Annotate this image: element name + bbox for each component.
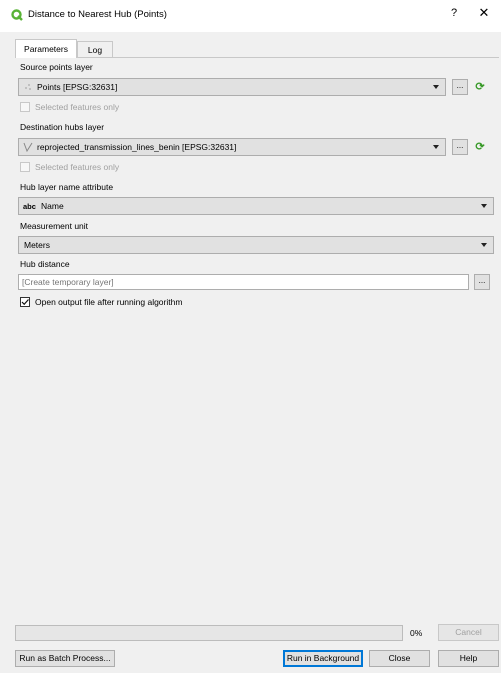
hub-name-value: Name xyxy=(41,201,64,211)
dest-selected-only-checkbox[interactable] xyxy=(20,162,30,172)
window-title: Distance to Nearest Hub (Points) xyxy=(28,9,167,20)
qgis-logo-icon xyxy=(11,9,23,21)
chevron-down-icon xyxy=(481,243,487,247)
run-batch-button[interactable]: Run as Batch Process... xyxy=(15,650,115,667)
progress-percent: 0% xyxy=(410,628,423,638)
close-button[interactable]: Close xyxy=(369,650,430,667)
tab-parameters[interactable]: Parameters xyxy=(15,39,77,58)
title-bar: Distance to Nearest Hub (Points) ? ✕ xyxy=(0,0,501,32)
chevron-down-icon xyxy=(433,145,439,149)
source-layer-browse-button[interactable]: ... xyxy=(452,79,468,95)
text-field-icon: abc xyxy=(23,202,36,211)
hub-name-combo[interactable]: abc Name xyxy=(18,197,494,215)
dest-layer-combo[interactable]: reprojected_transmission_lines_benin [EP… xyxy=(18,138,446,156)
source-selected-only-label: Selected features only xyxy=(35,102,120,112)
dest-layer-label: Destination hubs layer xyxy=(20,122,105,132)
dest-layer-browse-button[interactable]: ... xyxy=(452,139,468,155)
source-selected-only-checkbox[interactable] xyxy=(20,102,30,112)
source-layer-label: Source points layer xyxy=(20,62,93,72)
hub-distance-label: Hub distance xyxy=(20,259,70,269)
chevron-down-icon xyxy=(433,85,439,89)
progress-bar xyxy=(15,625,403,641)
help-button[interactable]: Help xyxy=(438,650,499,667)
source-layer-iterate-icon[interactable]: ⟳ xyxy=(472,79,488,95)
hub-distance-browse-button[interactable]: ... xyxy=(474,274,490,290)
open-output-checkbox[interactable] xyxy=(20,297,30,307)
tab-log[interactable]: Log xyxy=(77,41,113,58)
dest-layer-value: reprojected_transmission_lines_benin [EP… xyxy=(37,142,237,152)
source-layer-combo[interactable]: Points [EPSG:32631] xyxy=(18,78,446,96)
hub-name-label: Hub layer name attribute xyxy=(20,182,114,192)
unit-value: Meters xyxy=(24,240,50,250)
line-layer-icon xyxy=(23,142,33,152)
unit-label: Measurement unit xyxy=(20,221,89,231)
unit-combo[interactable]: Meters xyxy=(18,236,494,254)
run-in-background-button[interactable]: Run in Background xyxy=(283,650,363,667)
chevron-down-icon xyxy=(481,204,487,208)
hub-distance-field[interactable] xyxy=(18,274,469,290)
source-layer-value: Points [EPSG:32631] xyxy=(37,82,118,92)
dest-selected-only-label: Selected features only xyxy=(35,162,120,172)
checkmark-icon xyxy=(21,299,29,306)
cancel-button[interactable]: Cancel xyxy=(438,624,499,641)
dest-layer-iterate-icon[interactable]: ⟳ xyxy=(472,139,488,155)
hub-distance-input[interactable] xyxy=(19,275,468,289)
close-window-button[interactable]: ✕ xyxy=(475,5,493,21)
help-title-button[interactable]: ? xyxy=(446,7,462,19)
parameters-panel: Source points layer Points [EPSG:32631] … xyxy=(15,57,499,612)
open-output-label: Open output file after running algorithm xyxy=(35,297,183,307)
point-layer-icon xyxy=(25,84,31,90)
